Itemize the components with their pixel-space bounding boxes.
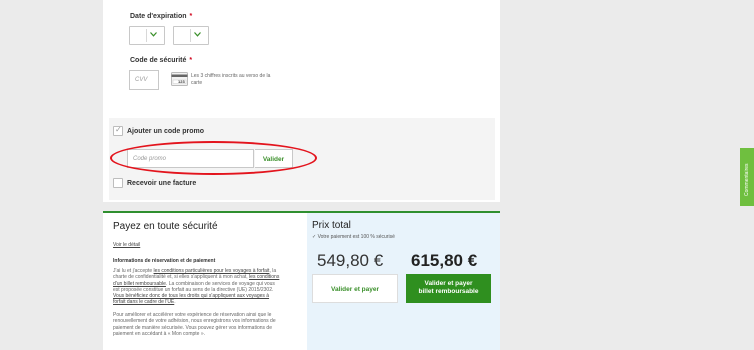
terms-paragraph: J'ai lu et j'accepte les conditions part… xyxy=(113,268,280,306)
promo-checkbox[interactable]: ✓ xyxy=(113,125,123,136)
check-icon: ✓ xyxy=(115,125,122,134)
invoice-checkbox[interactable] xyxy=(113,178,123,188)
secure-payment-title: Payez en toute sécurité xyxy=(113,221,218,232)
secure-payment-note: ✓ Votre paiement est 100 % sécurisé xyxy=(312,234,395,240)
see-detail-link[interactable]: Voir le détail xyxy=(113,242,140,248)
chevron-down-icon xyxy=(194,31,201,39)
payment-storage-paragraph: Pour améliorer et accélérer votre expéri… xyxy=(113,312,276,337)
expiry-month-select[interactable] xyxy=(129,26,165,45)
cvv-help-text: Les 3 chiffres inscrits au verso de la c… xyxy=(191,73,271,86)
price-refundable: 615,80 € xyxy=(411,251,478,270)
promo-checkbox-label: Ajouter un code promo xyxy=(127,128,204,135)
price-standard: 549,80 € xyxy=(317,251,384,270)
feedback-label: Commentaires xyxy=(744,163,750,196)
refundable-button-line2: billet remboursable xyxy=(418,288,479,295)
card-cvv-digits: 123 xyxy=(178,79,185,84)
booking-info-heading: Informations de réservation et de paieme… xyxy=(113,258,216,264)
expiry-year-select[interactable] xyxy=(173,26,209,45)
expiry-label: Date d'expiration * xyxy=(130,13,193,20)
validate-and-pay-button[interactable]: Valider et payer xyxy=(312,274,398,303)
total-price-title: Prix total xyxy=(312,220,351,231)
select-divider xyxy=(146,29,147,42)
promo-code-input[interactable]: Code promo xyxy=(127,149,254,168)
chevron-down-icon xyxy=(150,31,157,39)
terms-link[interactable]: les conditions particulières pour les vo… xyxy=(154,268,270,274)
validate-and-pay-refundable-button[interactable]: Valider et payer billet remboursable xyxy=(406,274,491,303)
cvv-input[interactable]: CVV xyxy=(129,70,159,90)
refundable-button-line1: Valider et payer xyxy=(424,280,473,287)
validate-promo-button[interactable]: Valider xyxy=(255,149,293,168)
select-divider xyxy=(190,29,191,42)
package-rights-link[interactable]: Vous bénéficiez donc de tous les droits … xyxy=(113,293,269,305)
security-code-label: Code de sécurité * xyxy=(130,57,193,64)
feedback-tab[interactable]: Commentaires xyxy=(740,148,754,206)
invoice-checkbox-label: Recevoir une facture xyxy=(127,180,197,187)
